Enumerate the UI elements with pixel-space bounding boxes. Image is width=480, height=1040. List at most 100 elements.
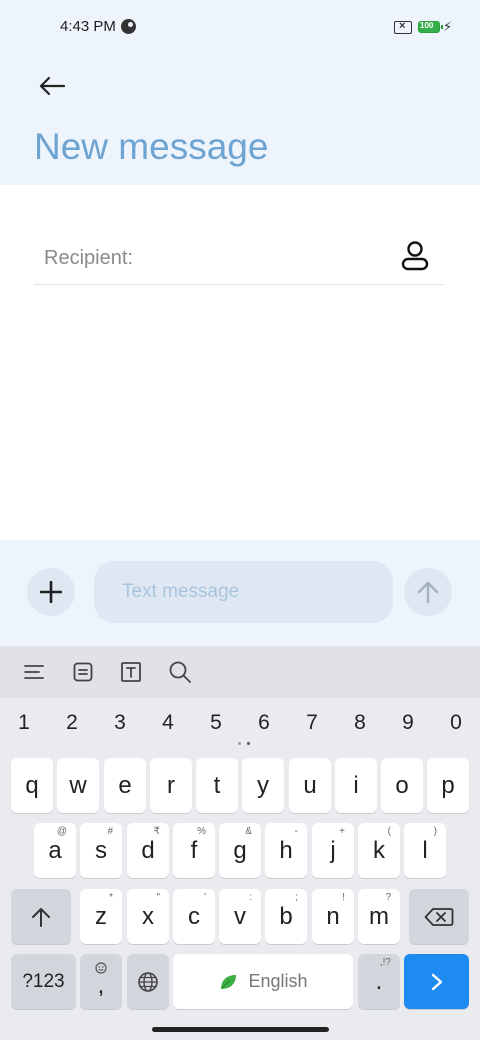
key-g[interactable]: & g — [219, 823, 261, 878]
language-key[interactable] — [127, 954, 169, 1009]
menu-icon — [24, 665, 44, 679]
battery-level: 100 — [420, 21, 434, 30]
key-0[interactable]: 0 — [432, 706, 480, 740]
key-l[interactable]: ) l — [404, 823, 446, 878]
keyboard: 1 2 3 4 5 6 7 8 9 0 q w e r t y u i o p … — [0, 646, 480, 1040]
key-n[interactable]: ! n — [312, 889, 354, 944]
key-h[interactable]: -h — [265, 823, 307, 878]
attach-button[interactable] — [27, 568, 75, 616]
key-p[interactable]: p — [427, 758, 469, 813]
key-t[interactable]: t — [196, 758, 238, 813]
sim-error-icon: × — [394, 20, 412, 34]
key-label: l — [422, 836, 428, 864]
key-7[interactable]: 7 — [288, 706, 336, 740]
key-label: s — [95, 836, 107, 864]
keyboard-menu-button[interactable] — [20, 658, 48, 686]
message-field[interactable] — [94, 561, 393, 623]
key-hint: % — [197, 826, 206, 837]
key-label: m — [369, 902, 389, 930]
key-label: e — [118, 771, 132, 799]
comma-key[interactable]: , — [80, 954, 122, 1009]
key-x[interactable]: " x — [127, 889, 169, 944]
key-label: v — [234, 902, 246, 930]
symbols-key[interactable]: ?123 — [11, 954, 76, 1009]
key-hint: ! — [342, 892, 345, 903]
key-m[interactable]: ? m — [358, 889, 400, 944]
key-3[interactable]: 3 — [96, 706, 144, 740]
key-e[interactable]: e — [104, 758, 146, 813]
key-v[interactable]: :v — [219, 889, 261, 944]
key-hint: * — [109, 892, 113, 903]
key-9[interactable]: 9 — [384, 706, 432, 740]
text-format-button[interactable] — [117, 658, 145, 686]
key-5[interactable]: 5 — [192, 706, 240, 740]
key-label: q — [25, 771, 39, 799]
emoji-icon — [95, 962, 107, 974]
key-u[interactable]: u — [289, 758, 331, 813]
key-label: g — [233, 836, 247, 864]
key-d[interactable]: ₹ d — [127, 823, 169, 878]
home-indicator[interactable] — [152, 1027, 329, 1032]
shift-key[interactable] — [11, 889, 71, 944]
key-b[interactable]: ; b — [265, 889, 307, 944]
key-label: k — [373, 836, 385, 864]
key-label: o — [395, 771, 409, 799]
key-q[interactable]: q — [11, 758, 53, 813]
key-z[interactable]: * z — [80, 889, 122, 944]
status-bar: 4:43 PM × 100 ⚡ — [0, 0, 480, 56]
key-label: ?123 — [22, 970, 65, 992]
person-icon — [401, 241, 429, 271]
key-label: c — [188, 902, 200, 930]
period-key[interactable]: ,!?. — [358, 954, 400, 1009]
key-label: b — [279, 902, 293, 930]
arrow-left-icon — [39, 76, 66, 96]
key-hint: ( — [387, 826, 391, 837]
key-hint: # — [107, 826, 113, 837]
key-s[interactable]: # s — [80, 823, 122, 878]
key-1[interactable]: 1 — [0, 706, 48, 740]
page-title: New message — [34, 126, 269, 167]
key-4[interactable]: 4 — [144, 706, 192, 740]
key-i[interactable]: i — [335, 758, 377, 813]
recipient-label: Recipient: — [44, 247, 133, 269]
key-label: , — [97, 971, 105, 999]
enter-key[interactable] — [404, 954, 469, 1009]
space-label: English — [248, 971, 308, 991]
compose-bar — [0, 540, 480, 646]
search-icon — [169, 661, 191, 683]
key-6[interactable]: 6 — [240, 706, 288, 740]
send-button[interactable] — [404, 568, 452, 616]
key-8[interactable]: 8 — [336, 706, 384, 740]
key-label: d — [141, 836, 155, 864]
key-r[interactable]: r — [150, 758, 192, 813]
key-a[interactable]: @ a — [34, 823, 76, 878]
clipboard-button[interactable] — [69, 658, 97, 686]
key-j[interactable]: + j — [312, 823, 354, 878]
key-label: h — [279, 836, 293, 864]
page-indicator — [238, 742, 254, 748]
space-key[interactable]: English — [173, 954, 353, 1009]
keyboard-toolbar — [0, 646, 480, 698]
key-label: t — [213, 771, 221, 799]
key-c[interactable]: ' c — [173, 889, 215, 944]
recipient-field[interactable]: Recipient: — [34, 232, 444, 285]
clipboard-icon — [73, 662, 93, 682]
message-input[interactable] — [94, 561, 393, 623]
battery-icon: 100 — [418, 21, 443, 33]
key-label: u — [303, 771, 317, 799]
contact-picker-button[interactable] — [400, 240, 430, 272]
key-y[interactable]: y — [242, 758, 284, 813]
key-label: n — [326, 902, 340, 930]
key-hint: - — [294, 826, 298, 837]
key-k[interactable]: (k — [358, 823, 400, 878]
key-hint: @ — [56, 826, 67, 837]
key-label: j — [330, 836, 336, 864]
key-label: p — [441, 771, 455, 799]
keyboard-search-button[interactable] — [166, 658, 194, 686]
key-w[interactable]: w — [57, 758, 99, 813]
backspace-key[interactable] — [409, 889, 469, 944]
key-2[interactable]: 2 — [48, 706, 96, 740]
key-f[interactable]: % f — [173, 823, 215, 878]
back-button[interactable] — [30, 66, 74, 106]
key-o[interactable]: o — [381, 758, 423, 813]
